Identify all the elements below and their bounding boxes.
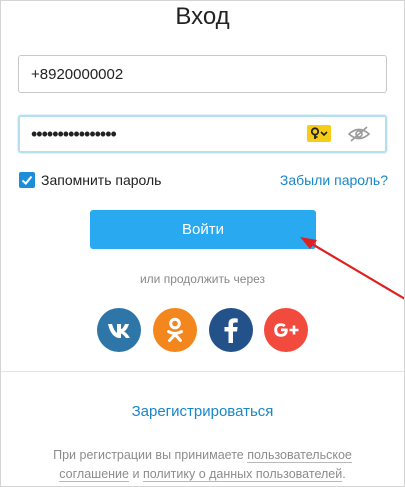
terms-middle: и: [129, 467, 143, 481]
facebook-icon[interactable]: [209, 308, 253, 352]
check-icon: [21, 175, 33, 185]
login-button[interactable]: Войти: [90, 210, 316, 249]
eye-hidden-icon[interactable]: [347, 125, 371, 143]
divider: [1, 371, 404, 372]
google-plus-icon[interactable]: [264, 308, 308, 352]
register-link[interactable]: Зарегистрироваться: [1, 403, 404, 420]
odnoklassniki-icon[interactable]: [153, 308, 197, 352]
terms-suffix: .: [342, 467, 346, 481]
terms-text: При регистрации вы принимаете пользовате…: [31, 446, 374, 484]
privacy-policy-link[interactable]: политику о данных пользователей: [142, 467, 343, 482]
key-icon[interactable]: [307, 125, 331, 142]
vk-icon[interactable]: [97, 308, 141, 352]
login-dialog: Вход Запомнить пароль: [0, 0, 405, 487]
remember-label: Запомнить пароль: [41, 172, 162, 188]
password-field[interactable]: [18, 115, 387, 153]
page-title: Вход: [175, 3, 230, 30]
password-input[interactable]: [31, 117, 301, 151]
login-input[interactable]: [31, 56, 301, 92]
remember-checkbox[interactable]: [19, 172, 35, 188]
alt-login-text: или продолжить через: [139, 272, 266, 286]
terms-prefix: При регистрации вы принимаете: [53, 448, 248, 462]
login-field[interactable]: [18, 55, 387, 93]
forgot-password-link[interactable]: Забыли пароль?: [280, 172, 388, 189]
